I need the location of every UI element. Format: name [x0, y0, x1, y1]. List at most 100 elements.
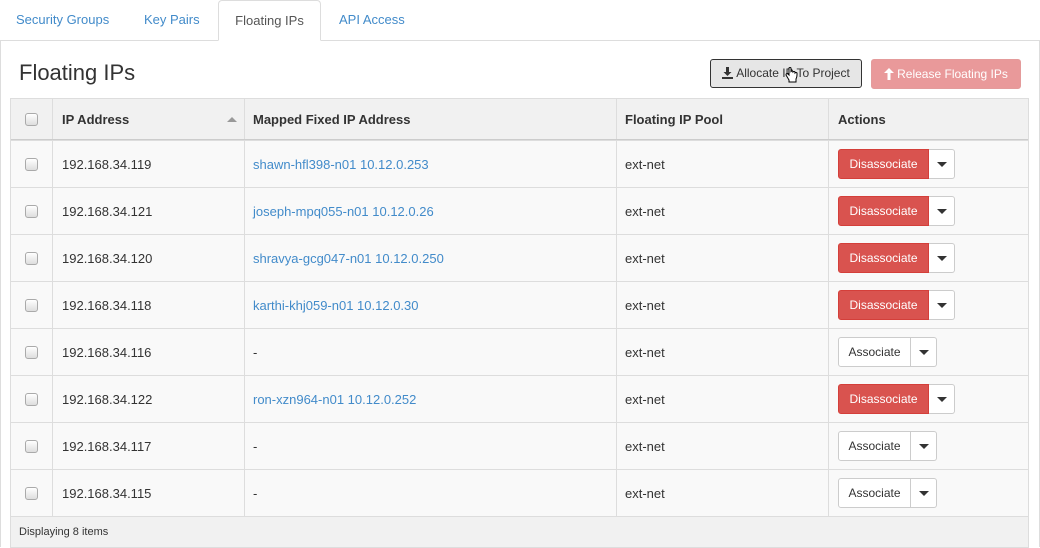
row-select-cell — [11, 329, 52, 375]
row-checkbox[interactable] — [25, 157, 38, 171]
more-actions-dropdown-button[interactable] — [929, 290, 955, 320]
mapped-instance-link[interactable]: shawn-hfl398-n01 10.12.0.253 — [253, 157, 429, 172]
chevron-down-icon — [936, 396, 947, 402]
row-checkbox[interactable] — [25, 251, 38, 265]
floating-ip-pool-cell: ext-net — [616, 423, 828, 469]
mapped-fixed-ip-cell: karthi-khj059-n01 10.12.0.30 — [244, 282, 616, 328]
table-row: 192.168.34.121 joseph-mpq055-n01 10.12.0.… — [11, 187, 1028, 234]
floating-ip-pool-cell: ext-net — [616, 470, 828, 516]
floating-ip-pool-cell: ext-net — [616, 141, 828, 187]
table-header-row: IP Address Mapped Fixed IP Address Float… — [11, 99, 1028, 140]
row-checkbox[interactable] — [25, 204, 38, 218]
more-actions-dropdown-button[interactable] — [911, 431, 937, 461]
tab-security-groups[interactable]: Security Groups — [16, 0, 109, 40]
row-checkbox[interactable] — [25, 298, 38, 312]
floating-ip-pool-cell: ext-net — [616, 376, 828, 422]
table-row: 192.168.34.117- ext-net Associate — [11, 422, 1028, 469]
row-checkbox[interactable] — [25, 345, 38, 359]
mapped-fixed-ip-text: - — [253, 344, 258, 360]
mapped-fixed-ip-cell: - — [244, 470, 616, 516]
ip-address-cell: 192.168.34.116 — [52, 329, 244, 375]
chevron-down-icon — [918, 349, 929, 355]
more-actions-dropdown-button[interactable] — [929, 149, 955, 179]
chevron-down-icon — [936, 208, 947, 214]
release-floating-ips-button[interactable]: Release Floating IPs — [871, 59, 1021, 89]
sort-ascending-icon — [227, 117, 237, 122]
floating-ip-pool-cell: ext-net — [616, 282, 828, 328]
mapped-instance-link[interactable]: shravya-gcg047-n01 10.12.0.250 — [253, 251, 444, 266]
mapped-fixed-ip-cell: - — [244, 423, 616, 469]
column-header-mapped-fixed-ip[interactable]: Mapped Fixed IP Address — [244, 99, 616, 139]
tab-key-pairs[interactable]: Key Pairs — [144, 0, 200, 40]
row-select-cell — [11, 188, 52, 234]
download-icon — [722, 67, 734, 79]
actions-cell: Associate — [828, 470, 1028, 516]
actions-cell: Disassociate — [828, 188, 1028, 234]
associate-button[interactable]: Associate — [838, 337, 911, 367]
column-header-floating-ip-pool[interactable]: Floating IP Pool — [616, 99, 828, 139]
tab-api-access[interactable]: API Access — [339, 0, 405, 40]
row-select-cell — [11, 282, 52, 328]
tab-floating-ips[interactable]: Floating IPs — [218, 0, 321, 41]
disassociate-button[interactable]: Disassociate — [838, 243, 929, 273]
row-action-group: Disassociate — [838, 290, 955, 320]
table-row: 192.168.34.115- ext-net Associate — [11, 469, 1028, 516]
row-action-group: Disassociate — [838, 243, 955, 273]
more-actions-dropdown-button[interactable] — [911, 337, 937, 367]
actions-cell: Associate — [828, 329, 1028, 375]
select-all-cell — [11, 99, 52, 139]
associate-button[interactable]: Associate — [838, 431, 911, 461]
mapped-fixed-ip-cell: joseph-mpq055-n01 10.12.0.26 — [244, 188, 616, 234]
mapped-fixed-ip-cell: shawn-hfl398-n01 10.12.0.253 — [244, 141, 616, 187]
row-select-cell — [11, 141, 52, 187]
row-action-group: Associate — [838, 478, 937, 508]
table-row: 192.168.34.120 shravya-gcg047-n01 10.12.0… — [11, 234, 1028, 281]
ip-address-cell: 192.168.34.120 — [52, 235, 244, 281]
tab-bar: Security Groups Key Pairs Floating IPs A… — [0, 0, 1040, 41]
row-checkbox[interactable] — [25, 392, 38, 406]
floating-ips-table: IP Address Mapped Fixed IP Address Float… — [10, 98, 1029, 548]
chevron-down-icon — [918, 490, 929, 496]
table-footer: Displaying 8 items — [11, 516, 1028, 547]
row-action-group: Associate — [838, 337, 937, 367]
mapped-instance-link[interactable]: karthi-khj059-n01 10.12.0.30 — [253, 298, 419, 313]
row-checkbox[interactable] — [25, 486, 38, 500]
row-action-group: Disassociate — [838, 384, 955, 414]
actions-cell: Disassociate — [828, 141, 1028, 187]
chevron-down-icon — [936, 302, 947, 308]
page-title: Floating IPs — [19, 60, 136, 85]
more-actions-dropdown-button[interactable] — [929, 196, 955, 226]
row-action-group: Associate — [838, 431, 937, 461]
disassociate-button[interactable]: Disassociate — [838, 290, 929, 320]
mapped-fixed-ip-text: - — [253, 485, 258, 501]
floating-ip-pool-cell: ext-net — [616, 329, 828, 375]
more-actions-dropdown-button[interactable] — [929, 384, 955, 414]
select-all-checkbox[interactable] — [25, 112, 38, 126]
mapped-instance-link[interactable]: ron-xzn964-n01 10.12.0.252 — [253, 392, 416, 407]
arrow-up-icon — [884, 68, 895, 80]
disassociate-button[interactable]: Disassociate — [838, 384, 929, 414]
actions-cell: Associate — [828, 423, 1028, 469]
row-action-group: Disassociate — [838, 149, 955, 179]
disassociate-button[interactable]: Disassociate — [838, 149, 929, 179]
ip-address-cell: 192.168.34.117 — [52, 423, 244, 469]
more-actions-dropdown-button[interactable] — [911, 478, 937, 508]
column-header-actions: Actions — [828, 99, 1028, 139]
column-header-ip-address[interactable]: IP Address — [52, 99, 244, 139]
row-select-cell — [11, 235, 52, 281]
hand-cursor-icon — [785, 67, 798, 83]
associate-button[interactable]: Associate — [838, 478, 911, 508]
row-checkbox[interactable] — [25, 439, 38, 453]
disassociate-button[interactable]: Disassociate — [838, 196, 929, 226]
actions-cell: Disassociate — [828, 376, 1028, 422]
actions-cell: Disassociate — [828, 282, 1028, 328]
mapped-fixed-ip-cell: - — [244, 329, 616, 375]
more-actions-dropdown-button[interactable] — [929, 243, 955, 273]
mapped-instance-link[interactable]: joseph-mpq055-n01 10.12.0.26 — [253, 204, 434, 219]
table-row: 192.168.34.119 shawn-hfl398-n01 10.12.0.2… — [11, 140, 1028, 187]
ip-address-cell: 192.168.34.118 — [52, 282, 244, 328]
column-header-ip-address-label: IP Address — [62, 111, 130, 127]
chevron-down-icon — [936, 255, 947, 261]
ip-address-cell: 192.168.34.119 — [52, 141, 244, 187]
mapped-fixed-ip-text: - — [253, 438, 258, 454]
